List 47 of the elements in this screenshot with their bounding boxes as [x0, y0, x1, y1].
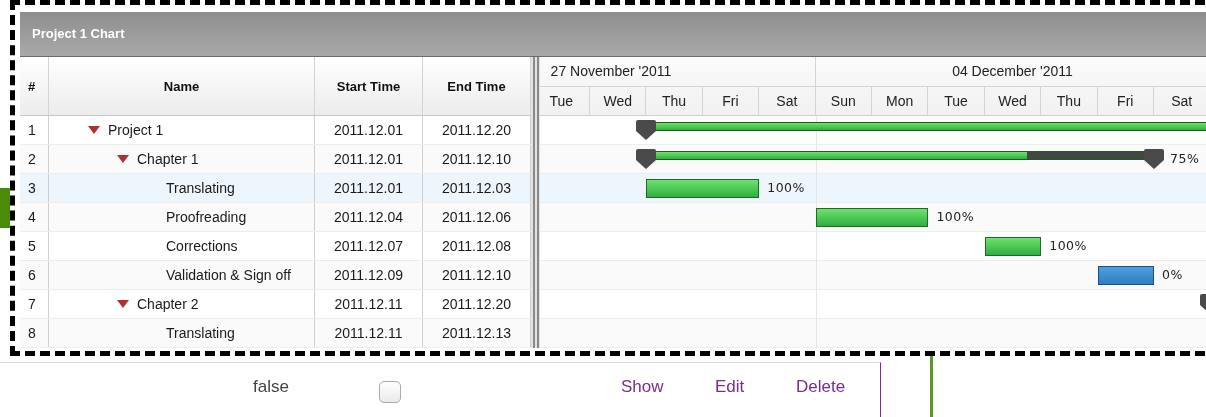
value-text: false	[253, 377, 289, 397]
table-row[interactable]: 7 Chapter 2 2011.12.11 2011.12.20	[20, 290, 531, 319]
start-date: 2011.12.01	[315, 116, 423, 144]
task-name: Proofreading	[166, 209, 247, 225]
progress-label: 0%	[1162, 267, 1183, 282]
table-row[interactable]: 3 Translating 2011.12.01 2011.12.03	[20, 174, 531, 203]
column-header[interactable]: Start Time	[315, 57, 423, 115]
table-row[interactable]: 2 Chapter 1 2011.12.01 2011.12.10	[20, 145, 531, 174]
row-number: 3	[20, 174, 49, 202]
task-name: Corrections	[166, 238, 238, 254]
table-row[interactable]: 1 Project 1 2011.12.01 2011.12.20	[20, 116, 531, 145]
start-date: 2011.12.09	[315, 261, 423, 289]
table-row[interactable]: 5 Corrections 2011.12.07 2011.12.08	[20, 232, 531, 261]
column-header[interactable]: Name	[49, 57, 315, 115]
start-date: 2011.12.11	[315, 319, 423, 347]
action-link[interactable]: Show	[621, 377, 664, 397]
start-date: 2011.12.01	[315, 174, 423, 202]
task-name: Translating	[166, 325, 235, 341]
start-date: 2011.12.04	[315, 203, 423, 231]
week-label: 27 November '2011	[540, 57, 815, 87]
row-number: 2	[20, 145, 49, 173]
task-name: Project 1	[108, 122, 164, 138]
start-date: 2011.12.01	[315, 145, 423, 173]
table-row[interactable]: 4 Proofreading 2011.12.04 2011.12.06	[20, 203, 531, 232]
task-name: Validation & Sign off	[166, 267, 291, 283]
row-number: 7	[20, 290, 49, 318]
action-link[interactable]: Delete	[796, 377, 846, 397]
table-row[interactable]: 6 Validation & Sign off 2011.12.09 2011.12.10	[20, 261, 531, 290]
row-number: 1	[20, 116, 49, 144]
row-number: 5	[20, 232, 49, 260]
start-date: 2011.12.11	[315, 290, 423, 318]
row-number: 6	[20, 261, 49, 289]
progress-label: 100%	[1049, 238, 1087, 253]
panel-title: Project 1 Chart	[20, 12, 1206, 57]
column-header[interactable]: #	[20, 57, 49, 115]
row-number: 8	[20, 319, 49, 347]
action-link[interactable]: Edit	[715, 377, 745, 397]
task-name: Chapter 2	[137, 296, 199, 312]
task-name: Chapter 1	[137, 151, 199, 167]
week-label: 04 December '2011	[815, 57, 1206, 87]
row-number: 4	[20, 203, 49, 231]
progress-label: 100%	[767, 180, 805, 195]
start-date: 2011.12.07	[315, 232, 423, 260]
task-name: Translating	[166, 180, 235, 196]
progress-label: 100%	[936, 209, 975, 224]
progress-label: 75%	[1170, 151, 1200, 166]
table-row[interactable]: 8 Translating 2011.12.11 2011.12.13	[20, 319, 531, 348]
